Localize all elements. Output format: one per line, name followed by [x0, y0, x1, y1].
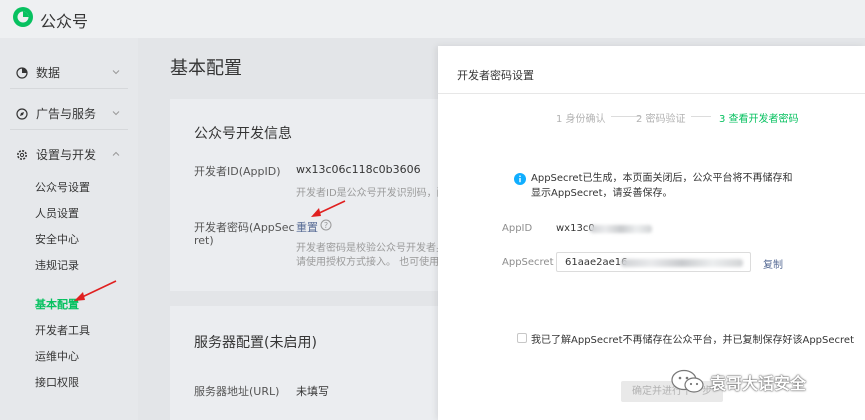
secret-label-line1: 开发者密码(AppSec — [194, 221, 295, 234]
server-url-value: 未填写 — [296, 385, 329, 398]
secret-settings-dialog: 开发者密码设置 1 身份确认 2 密码验证 3 查看开发者密码 AppSecre… — [438, 46, 865, 420]
reset-secret-link[interactable]: 重置 — [296, 219, 318, 235]
compass-icon — [16, 107, 28, 120]
step-password: 2 密码验证 — [636, 114, 686, 125]
nav-group-label: 数据 — [36, 66, 61, 80]
appid-label: 开发者ID(AppID) — [194, 165, 281, 178]
watermark: 袁哥大话安全 — [670, 368, 806, 396]
secret-label-line2: ret) — [194, 234, 214, 247]
nav-group-data[interactable]: 数据 — [16, 64, 60, 81]
step-view-secret: 3 查看开发者密码 — [719, 114, 799, 125]
data-icon — [16, 66, 28, 79]
page-title: 基本配置 — [170, 58, 242, 79]
nav-group-label: 设置与开发 — [36, 148, 97, 162]
copy-secret-link[interactable]: 复制 — [763, 256, 783, 271]
brand-name[interactable]: 公众号 — [40, 8, 88, 32]
dev-info-title: 公众号开发信息 — [194, 126, 292, 142]
top-bar: 公众号 — [0, 0, 865, 38]
step-identity: 1 身份确认 — [556, 114, 606, 125]
nav-group-settings[interactable]: 设置与开发 — [16, 146, 96, 163]
appid-hint: 开发者ID是公众号开发识别码，配合 — [296, 188, 438, 199]
server-config-title: 服务器配置(未启用) — [194, 335, 317, 351]
acknowledge-checkbox[interactable] — [517, 333, 527, 343]
sidebar: 数据 广告与服务 设置与开发 公众号设置 人员设置 安全中心 违规记录 基本配置… — [0, 38, 138, 420]
nav-group-label: 广告与服务 — [36, 107, 97, 121]
dialog-divider — [438, 93, 865, 94]
sidebar-item-staff-settings[interactable]: 人员设置 — [35, 205, 79, 221]
sidebar-item-ops-center[interactable]: 运维中心 — [35, 348, 79, 364]
help-question-icon[interactable]: ? — [320, 219, 332, 231]
gear-icon — [17, 149, 27, 160]
dialog-title: 开发者密码设置 — [457, 69, 534, 82]
sidebar-divider — [10, 88, 128, 89]
annotation-arrow-icon — [74, 280, 117, 301]
sidebar-item-account-settings[interactable]: 公众号设置 — [35, 179, 90, 195]
chevron-down-icon[interactable] — [112, 68, 120, 76]
sidebar-divider — [10, 129, 128, 130]
app-secret-value: 61aae2ae16 — [565, 257, 628, 268]
appid-value: wx13c06c118c0b3606 — [296, 163, 421, 176]
step-connector — [691, 116, 711, 117]
dev-info-card: 公众号开发信息 开发者ID(AppID) wx13c06c118c0b3606 … — [170, 99, 438, 291]
sidebar-item-developer-tools[interactable]: 开发者工具 — [35, 322, 90, 338]
secret-hint-line1: 开发者密码是校验公众号开发者身份 — [296, 243, 438, 254]
server-url-label: 服务器地址(URL) — [194, 385, 280, 398]
server-config-card: 服务器配置(未启用) 服务器地址(URL) 未填写 — [170, 306, 438, 420]
secret-generated-notice: AppSecret已生成，本页面关闭后，公众平台将不再储存和显示AppSecre… — [531, 173, 793, 199]
secret-hint-line2: 请使用授权方式接入。 也可使用微 — [296, 257, 438, 268]
redacted-blur — [621, 259, 743, 267]
redacted-blur — [590, 225, 652, 233]
annotation-arrow-icon — [311, 200, 346, 217]
info-icon — [514, 173, 526, 185]
app-secret-field[interactable]: 61aae2ae16 — [556, 252, 751, 272]
sidebar-item-security-center[interactable]: 安全中心 — [35, 231, 79, 247]
sidebar-item-violation-records[interactable]: 违规记录 — [35, 257, 79, 273]
dialog-appid-label: AppID — [502, 223, 533, 234]
acknowledge-label[interactable]: 我已了解AppSecret不再储存在公众平台，并已复制保存好该AppSecret — [531, 331, 854, 346]
nav-group-ads[interactable]: 广告与服务 — [16, 105, 96, 122]
chevron-down-icon[interactable] — [112, 109, 120, 117]
wechat-bubble-icon — [671, 369, 704, 393]
svg-text:?: ? — [324, 221, 328, 230]
sidebar-item-api-permissions[interactable]: 接口权限 — [35, 374, 79, 390]
watermark-text: 袁哥大话安全 — [710, 374, 807, 393]
chevron-up-icon[interactable] — [112, 150, 120, 158]
dialog-appid-value: wx13c0 — [556, 223, 595, 234]
dialog-secret-label: AppSecret — [502, 257, 554, 268]
wechat-official-logo-icon[interactable] — [12, 6, 34, 28]
